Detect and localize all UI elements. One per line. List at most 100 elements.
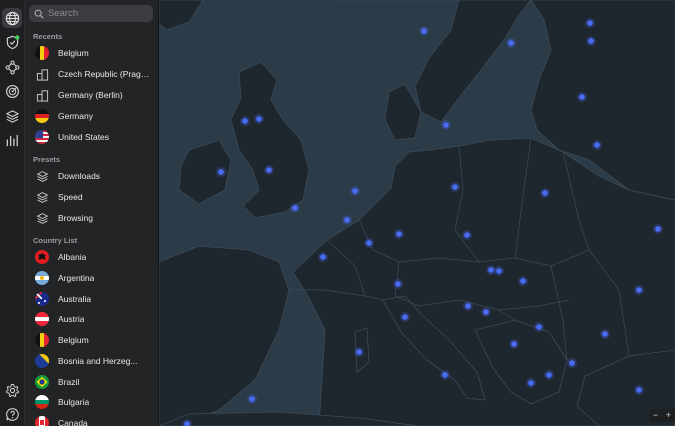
country-item-albania[interactable]: Albania bbox=[35, 247, 150, 267]
recent-item-belgium[interactable]: Belgium bbox=[35, 43, 150, 63]
country-item-label: Belgium bbox=[58, 335, 89, 345]
zoom-out-button[interactable]: − bbox=[653, 411, 658, 420]
globe-icon bbox=[5, 11, 19, 25]
country-item-brazil[interactable]: Brazil bbox=[35, 372, 150, 392]
search-input[interactable] bbox=[48, 8, 148, 19]
server-location-marker[interactable] bbox=[452, 184, 458, 190]
stats-icon bbox=[6, 134, 18, 146]
server-location-marker[interactable] bbox=[636, 387, 642, 393]
specialty-servers-nav-button[interactable] bbox=[2, 81, 22, 101]
server-location-marker[interactable] bbox=[520, 278, 526, 284]
belgium-flag-icon bbox=[35, 46, 49, 60]
server-location-marker[interactable] bbox=[488, 267, 494, 273]
country-item-canada[interactable]: Canada bbox=[35, 413, 150, 426]
country-item-bulgaria[interactable]: Bulgaria bbox=[35, 392, 150, 412]
server-location-marker[interactable] bbox=[256, 116, 262, 122]
statistics-nav-button[interactable] bbox=[2, 130, 22, 150]
server-location-marker[interactable] bbox=[587, 20, 593, 26]
server-location-marker[interactable] bbox=[496, 268, 502, 274]
server-location-marker[interactable] bbox=[320, 254, 326, 260]
server-location-marker[interactable] bbox=[579, 94, 585, 100]
server-location-marker[interactable] bbox=[218, 169, 224, 175]
target-icon bbox=[5, 84, 19, 98]
server-location-marker[interactable] bbox=[655, 226, 661, 232]
albania-flag-icon bbox=[35, 250, 49, 264]
server-location-marker[interactable] bbox=[508, 40, 514, 46]
server-location-marker[interactable] bbox=[602, 331, 608, 337]
server-location-marker[interactable] bbox=[536, 324, 542, 330]
recent-item-germany[interactable]: Germany bbox=[35, 106, 150, 126]
country-list-heading: Country List bbox=[33, 236, 78, 245]
server-location-marker[interactable] bbox=[352, 188, 358, 194]
server-location-marker[interactable] bbox=[464, 232, 470, 238]
preset-item-label: Downloads bbox=[58, 171, 101, 181]
server-map[interactable]: − + bbox=[159, 0, 675, 426]
city-icon bbox=[35, 67, 49, 81]
server-location-marker[interactable] bbox=[569, 360, 575, 366]
help-nav-button[interactable] bbox=[2, 404, 22, 424]
europe-map[interactable] bbox=[159, 0, 675, 426]
preset-item-downloads[interactable]: Downloads bbox=[35, 166, 150, 186]
server-location-marker[interactable] bbox=[465, 303, 471, 309]
country-item-label: Albania bbox=[58, 252, 87, 262]
preset-item-browsing[interactable]: Browsing bbox=[35, 208, 150, 228]
zoom-in-button[interactable]: + bbox=[666, 411, 671, 420]
brazil-flag-icon bbox=[35, 375, 49, 389]
country-item-label: Argentina bbox=[58, 273, 95, 283]
server-location-marker[interactable] bbox=[442, 372, 448, 378]
recent-item-germany-berlin[interactable]: Germany (Berlin) bbox=[35, 85, 150, 105]
country-item-australia[interactable]: Australia bbox=[35, 289, 150, 309]
preset-item-speed[interactable]: Speed bbox=[35, 187, 150, 207]
server-location-marker[interactable] bbox=[443, 122, 449, 128]
country-item-label: Australia bbox=[58, 294, 92, 304]
country-item-label: Brazil bbox=[58, 377, 80, 387]
country-item-austria[interactable]: Austria bbox=[35, 309, 150, 329]
argentina-flag-icon bbox=[35, 271, 49, 285]
meshnet-icon bbox=[5, 60, 19, 74]
settings-nav-button[interactable] bbox=[2, 380, 22, 400]
server-location-marker[interactable] bbox=[366, 240, 372, 246]
server-location-marker[interactable] bbox=[402, 314, 408, 320]
shield-icon bbox=[6, 34, 19, 49]
server-location-marker[interactable] bbox=[292, 205, 298, 211]
server-location-marker[interactable] bbox=[421, 28, 427, 34]
server-location-marker[interactable] bbox=[528, 380, 534, 386]
server-location-marker[interactable] bbox=[483, 309, 489, 315]
settings-icon bbox=[5, 383, 19, 397]
united-states-flag-icon bbox=[35, 130, 49, 144]
recent-item-czech-prague[interactable]: Czech Republic (Prague) bbox=[35, 64, 150, 84]
preset-item-label: Speed bbox=[58, 192, 83, 202]
server-location-marker[interactable] bbox=[356, 349, 362, 355]
server-location-marker[interactable] bbox=[588, 38, 594, 44]
server-location-marker[interactable] bbox=[242, 118, 248, 124]
zoom-controls: − + bbox=[649, 409, 675, 422]
recent-item-label: Czech Republic (Prague) bbox=[58, 69, 150, 79]
meshnet-nav-button[interactable] bbox=[2, 57, 22, 77]
canada-flag-icon bbox=[35, 416, 49, 426]
search-box[interactable] bbox=[29, 5, 153, 22]
server-location-marker[interactable] bbox=[249, 396, 255, 402]
belgium-flag-icon bbox=[35, 333, 49, 347]
server-location-marker[interactable] bbox=[344, 217, 350, 223]
server-location-marker[interactable] bbox=[546, 372, 552, 378]
server-location-marker[interactable] bbox=[396, 231, 402, 237]
server-location-marker[interactable] bbox=[542, 190, 548, 196]
country-item-belgium[interactable]: Belgium bbox=[35, 330, 150, 350]
country-item-argentina[interactable]: Argentina bbox=[35, 268, 150, 288]
server-location-marker[interactable] bbox=[594, 142, 600, 148]
presets-nav-button[interactable] bbox=[2, 106, 22, 126]
preset-item-label: Browsing bbox=[58, 213, 93, 223]
server-location-marker[interactable] bbox=[636, 287, 642, 293]
servers-nav-button[interactable] bbox=[2, 8, 22, 28]
search-icon bbox=[34, 9, 44, 19]
server-location-marker[interactable] bbox=[511, 341, 517, 347]
server-location-marker[interactable] bbox=[266, 167, 272, 173]
recent-item-label: United States bbox=[58, 132, 110, 142]
server-location-marker[interactable] bbox=[395, 281, 401, 287]
city-icon bbox=[35, 88, 49, 102]
country-item-bosnia[interactable]: Bosnia and Herzeg... bbox=[35, 351, 150, 371]
recent-item-label: Belgium bbox=[58, 48, 89, 58]
threat-protection-nav-button[interactable] bbox=[2, 32, 22, 52]
layers-icon bbox=[35, 169, 49, 183]
recent-item-united-states[interactable]: United States bbox=[35, 127, 150, 147]
